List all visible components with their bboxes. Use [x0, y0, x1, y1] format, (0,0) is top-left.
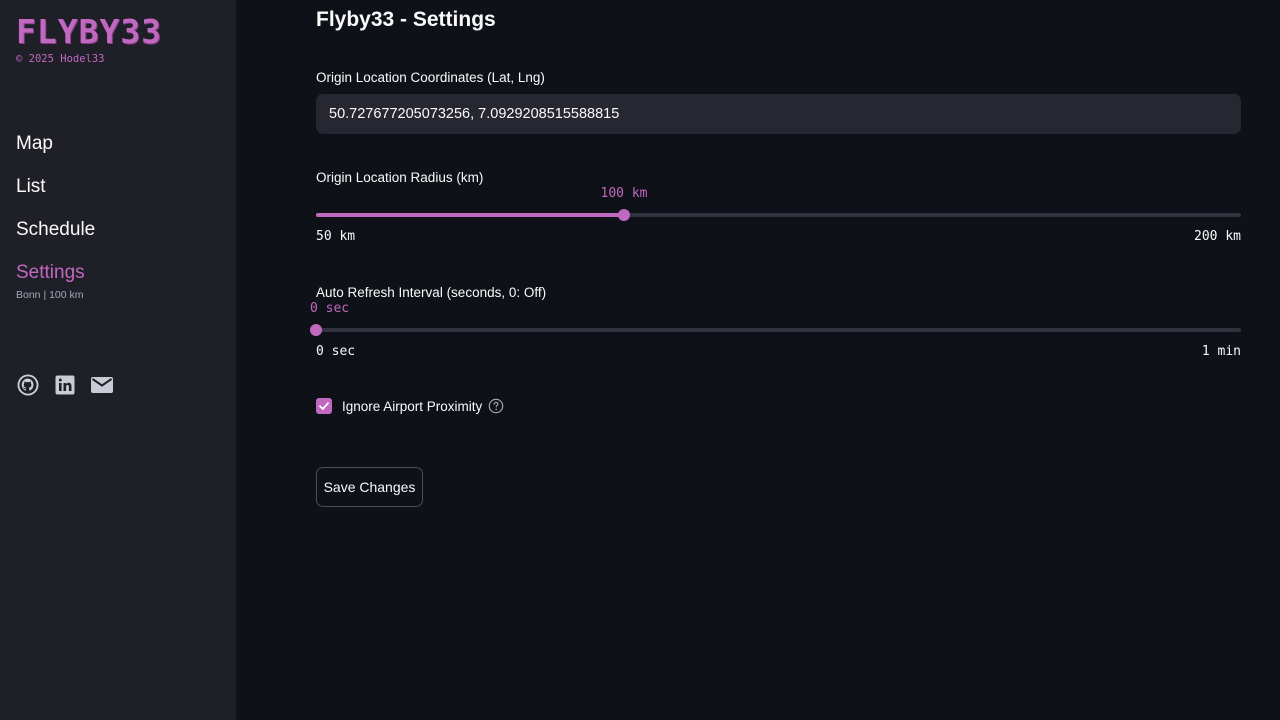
check-icon [319, 402, 329, 410]
nav-item-map[interactable]: Map [16, 130, 95, 173]
refresh-slider-value: 0 sec [310, 301, 350, 316]
radius-slider-value: 100 km [600, 186, 648, 201]
origin-coords-label: Origin Location Coordinates (Lat, Lng) [316, 70, 545, 85]
refresh-slider-thumb[interactable] [310, 324, 322, 336]
ignore-airport-label[interactable]: Ignore Airport Proximity [342, 399, 482, 414]
radius-slider[interactable]: 100 km [316, 186, 1241, 224]
app-logo[interactable]: FLYBY33 [16, 12, 163, 51]
radius-slider-thumb[interactable] [618, 209, 630, 221]
social-links [16, 373, 114, 397]
page-title: Flyby33 - Settings [316, 8, 496, 31]
radius-max-label: 200 km [1194, 229, 1241, 244]
refresh-slider-track[interactable] [316, 328, 1241, 332]
copyright: © 2025 Hodel33 [16, 53, 105, 65]
origin-coords-input[interactable]: 50.727677205073256, 7.0929208515588815 [316, 94, 1241, 134]
mail-icon[interactable] [90, 373, 114, 397]
radius-min-label: 50 km [316, 229, 356, 244]
ignore-airport-row: Ignore Airport Proximity [316, 398, 504, 414]
ignore-airport-checkbox[interactable] [316, 398, 332, 414]
github-icon[interactable] [16, 373, 40, 397]
radius-label: Origin Location Radius (km) [316, 170, 484, 185]
refresh-label: Auto Refresh Interval (seconds, 0: Off) [316, 285, 547, 300]
nav-item-list[interactable]: List [16, 173, 95, 216]
radius-slider-fill [316, 213, 624, 217]
settings-summary: Bonn | 100 km [16, 289, 84, 301]
logo-text: FLYBY33 [16, 12, 163, 51]
nav-item-schedule[interactable]: Schedule [16, 216, 95, 259]
save-button[interactable]: Save Changes [316, 467, 423, 507]
linkedin-icon[interactable] [53, 373, 77, 397]
help-icon[interactable] [488, 398, 504, 414]
refresh-min-label: 0 sec [316, 344, 356, 359]
sidebar: FLYBY33 © 2025 Hodel33 Map List Schedule… [0, 0, 236, 720]
nav-item-settings[interactable]: Settings [16, 259, 95, 287]
sidebar-nav: Map List Schedule Settings Bonn | 100 km [16, 130, 95, 301]
refresh-max-label: 1 min [1201, 344, 1241, 359]
refresh-slider[interactable]: 0 sec [310, 301, 1241, 339]
